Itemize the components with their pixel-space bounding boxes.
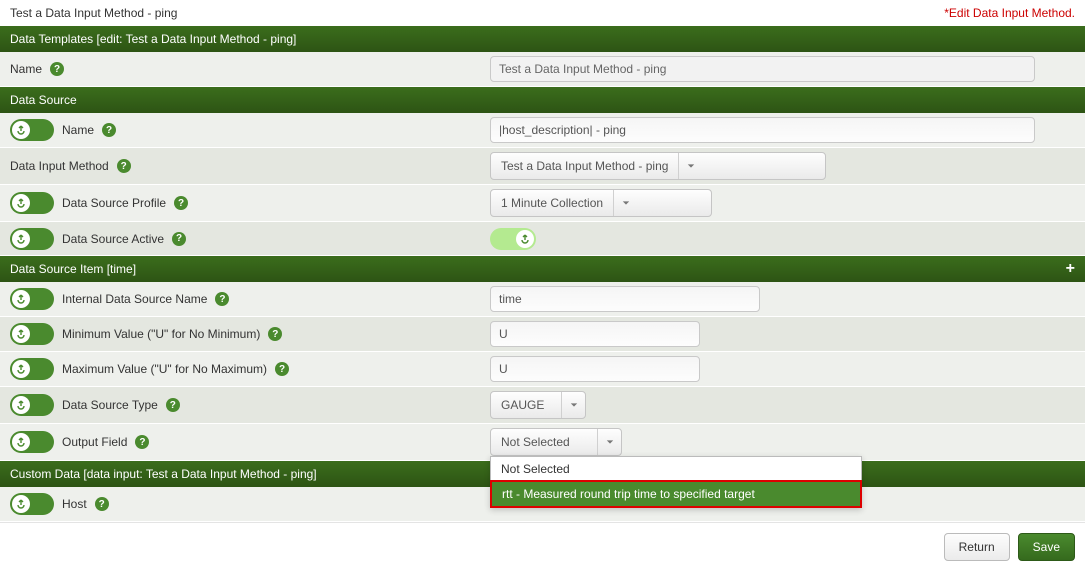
edit-data-input-method-link[interactable]: *Edit Data Input Method.: [944, 6, 1075, 20]
data-input-method-label: Data Input Method: [10, 159, 109, 173]
return-button[interactable]: Return: [944, 533, 1010, 561]
data-source-profile-select[interactable]: 1 Minute Collection: [490, 189, 712, 217]
help-icon[interactable]: ?: [95, 497, 109, 511]
override-toggle[interactable]: [10, 228, 54, 250]
section-title: Data Source Item [time]: [10, 262, 136, 276]
ds-name-label: Name: [62, 123, 94, 137]
override-toggle[interactable]: [10, 394, 54, 416]
name-label: Name: [10, 62, 42, 76]
select-value: 1 Minute Collection: [491, 196, 613, 210]
output-field-label: Output Field: [62, 435, 127, 449]
data-source-active-toggle[interactable]: [490, 228, 536, 250]
override-toggle[interactable]: [10, 493, 54, 515]
select-value: Test a Data Input Method - ping: [491, 159, 678, 173]
override-toggle[interactable]: [10, 431, 54, 453]
override-toggle[interactable]: [10, 192, 54, 214]
internal-ds-name-input[interactable]: [490, 286, 760, 312]
help-icon[interactable]: ?: [275, 362, 289, 376]
host-label: Host: [62, 497, 87, 511]
min-value-label: Minimum Value ("U" for No Minimum): [62, 327, 260, 341]
add-item-button[interactable]: +: [1066, 263, 1075, 275]
data-source-active-label: Data Source Active: [62, 232, 164, 246]
chevron-down-icon: [613, 190, 637, 216]
internal-ds-name-label: Internal Data Source Name: [62, 292, 207, 306]
max-value-input[interactable]: [490, 356, 700, 382]
help-icon[interactable]: ?: [166, 398, 180, 412]
help-icon[interactable]: ?: [135, 435, 149, 449]
dropdown-option[interactable]: Not Selected: [491, 457, 861, 481]
data-source-type-label: Data Source Type: [62, 398, 158, 412]
min-value-input[interactable]: [490, 321, 700, 347]
override-toggle[interactable]: [10, 119, 54, 141]
help-icon[interactable]: ?: [174, 196, 188, 210]
data-input-method-select[interactable]: Test a Data Input Method - ping: [490, 152, 826, 180]
page-title: Test a Data Input Method - ping: [10, 6, 177, 20]
help-icon[interactable]: ?: [102, 123, 116, 137]
help-icon[interactable]: ?: [172, 232, 186, 246]
chevron-down-icon: [561, 392, 585, 418]
output-field-select[interactable]: Not Selected: [490, 428, 622, 456]
section-title: Data Templates [edit: Test a Data Input …: [10, 32, 296, 46]
select-value: Not Selected: [491, 435, 597, 449]
section-data-source: Data Source: [0, 87, 1085, 113]
save-button[interactable]: Save: [1018, 533, 1075, 561]
section-data-templates: Data Templates [edit: Test a Data Input …: [0, 26, 1085, 52]
data-source-type-select[interactable]: GAUGE: [490, 391, 586, 419]
help-icon[interactable]: ?: [268, 327, 282, 341]
dropdown-option[interactable]: rtt - Measured round trip time to specif…: [490, 480, 862, 508]
max-value-label: Maximum Value ("U" for No Maximum): [62, 362, 267, 376]
override-toggle[interactable]: [10, 358, 54, 380]
override-toggle[interactable]: [10, 288, 54, 310]
chevron-down-icon: [678, 153, 702, 179]
name-input[interactable]: [490, 56, 1035, 82]
help-icon[interactable]: ?: [50, 62, 64, 76]
override-toggle[interactable]: [10, 323, 54, 345]
select-value: GAUGE: [491, 398, 561, 412]
section-title: Data Source: [10, 93, 77, 107]
section-title: Custom Data [data input: Test a Data Inp…: [10, 467, 317, 481]
ds-name-input[interactable]: [490, 117, 1035, 143]
chevron-down-icon: [597, 429, 621, 455]
help-icon[interactable]: ?: [117, 159, 131, 173]
output-field-dropdown[interactable]: Not Selected rtt - Measured round trip t…: [490, 456, 862, 508]
help-icon[interactable]: ?: [215, 292, 229, 306]
data-source-profile-label: Data Source Profile: [62, 196, 166, 210]
section-data-source-item: Data Source Item [time] +: [0, 256, 1085, 282]
